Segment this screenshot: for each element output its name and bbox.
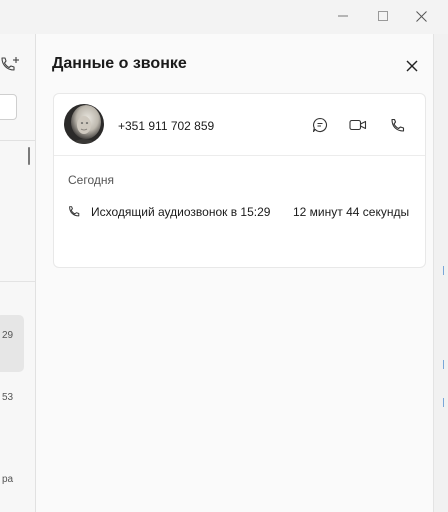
- call-details-card: +351 911 702 859 Сегодня Исходящий аудио…: [53, 93, 426, 268]
- maximize-button[interactable]: [366, 0, 400, 32]
- skype-window: 29 53 ра Данные о звонке +351 911 702 85…: [0, 0, 448, 512]
- minimize-button[interactable]: [326, 0, 360, 32]
- outgoing-call-icon: [69, 206, 80, 217]
- divider: [0, 140, 35, 141]
- close-window-button[interactable]: [404, 0, 438, 32]
- selected-conversation-item[interactable]: [0, 315, 24, 372]
- chat-button[interactable]: [309, 114, 331, 136]
- minimize-icon: [338, 15, 348, 17]
- audio-call-icon: [390, 118, 404, 132]
- avatar[interactable]: [64, 104, 104, 144]
- call-details-panel: Данные о звонке +351 911 702 859 Сегодня…: [36, 34, 434, 512]
- maximize-icon: [378, 11, 388, 21]
- contact-row: +351 911 702 859: [54, 94, 425, 156]
- edge-marker: [443, 398, 444, 407]
- conversation-list: 29 53 ра: [0, 34, 36, 512]
- divider: [0, 281, 35, 282]
- call-description: Исходящий аудиозвонок в 15:29: [91, 205, 271, 219]
- contact-phone-number: +351 911 702 859: [118, 119, 215, 133]
- video-call-icon: [349, 119, 367, 131]
- conversation-time: 53: [2, 392, 14, 403]
- title-bar: [0, 0, 448, 34]
- edge-marker: [443, 266, 444, 275]
- date-group-label: Сегодня: [68, 173, 114, 187]
- audio-call-button[interactable]: [386, 114, 408, 136]
- panel-title: Данные о звонке: [52, 55, 187, 72]
- scrollbar-thumb[interactable]: [28, 147, 30, 165]
- background-pane-edge: [434, 34, 448, 512]
- close-panel-button[interactable]: [402, 56, 422, 76]
- search-input[interactable]: [0, 94, 17, 120]
- new-call-icon[interactable]: [0, 56, 20, 74]
- chat-icon: [312, 117, 328, 133]
- call-duration: 12 минут 44 секунды: [293, 205, 410, 219]
- close-window-icon: [415, 10, 427, 22]
- video-call-button[interactable]: [347, 114, 369, 136]
- close-icon: [406, 60, 418, 72]
- edge-marker: [443, 360, 444, 369]
- conversation-time: 29: [2, 330, 14, 341]
- conversation-snippet: ра: [2, 474, 14, 485]
